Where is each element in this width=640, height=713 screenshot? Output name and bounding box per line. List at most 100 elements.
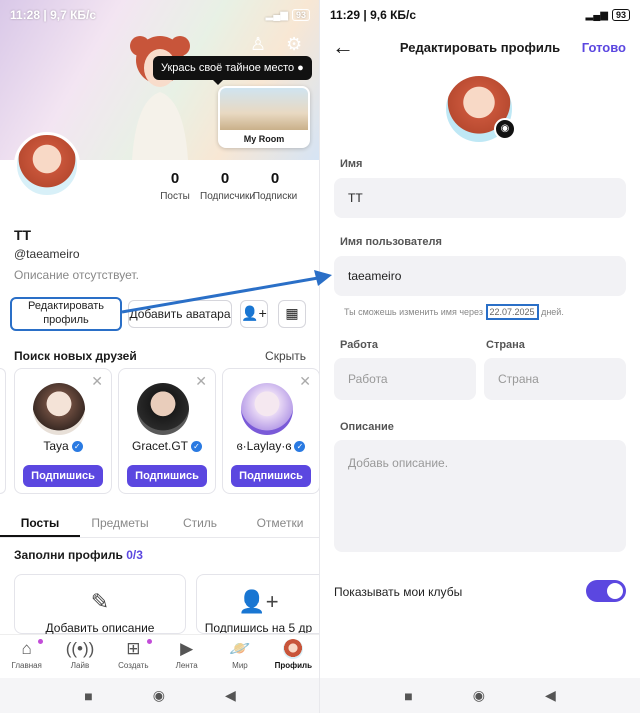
home-button-icon[interactable]: ◉	[473, 687, 485, 704]
settings-gear-icon[interactable]: ⚙	[286, 34, 302, 55]
nav-create[interactable]: ⊞ Создать	[107, 635, 160, 678]
name-label: Имя	[340, 158, 363, 170]
bottom-navigation: ⌂ Главная ((•)) Лайв ⊞ Создать ▶ Лента 🪐 Мир …	[0, 634, 320, 678]
hint-date: 22.07.2025	[485, 304, 539, 320]
friend-name: Gracet.GT	[131, 439, 188, 453]
add-avatar-button[interactable]: Добавить аватара	[128, 300, 232, 328]
follow-five-card[interactable]: 👤+ Подпишись на 5 др	[196, 574, 320, 634]
add-person-icon: 👤+	[238, 589, 279, 614]
country-label: Страна	[486, 339, 525, 351]
profile-handle: @taeameiro	[14, 247, 80, 261]
camera-icon[interactable]: ◉	[494, 118, 516, 140]
profile-description: Описание отсутствует.	[14, 268, 139, 282]
verified-icon: ✓	[71, 441, 83, 453]
tab-items[interactable]: Предметы	[80, 508, 160, 537]
add-description-card[interactable]: ✎ Добавить описание	[14, 574, 186, 635]
nav-feed-label: Лента	[175, 661, 198, 670]
follow-button[interactable]: Подпишись	[231, 465, 311, 487]
back-triangle-icon[interactable]: ◀	[225, 687, 236, 704]
live-icon: ((•))	[65, 639, 95, 658]
home-button-icon[interactable]: ◉	[153, 687, 165, 704]
friend-avatar[interactable]	[241, 383, 293, 435]
recents-icon[interactable]: ■	[84, 688, 92, 704]
nav-profile-label: Профиль	[274, 661, 313, 670]
stat-posts[interactable]: 0 Посты	[150, 170, 200, 202]
close-icon[interactable]: ✕	[299, 373, 311, 390]
profile-avatar-icon	[283, 639, 304, 659]
hint-text: Ты сможешь изменить имя через	[344, 307, 483, 317]
close-icon[interactable]: ✕	[91, 373, 103, 390]
stat-label: Подписки	[252, 191, 298, 202]
hide-suggestions-link[interactable]: Скрыть	[265, 349, 306, 363]
edit-profile-screen: 11:29 | 9,6 КБ/с ▂▄▆ 93 ← Редактировать п…	[320, 0, 640, 713]
system-navigation: ■ ◉ ◀	[320, 678, 640, 713]
username-change-hint: Ты сможешь изменить имя через 22.07.2025…	[344, 304, 564, 320]
nav-world[interactable]: 🪐 Мир	[213, 635, 266, 678]
tab-posts[interactable]: Посты	[0, 508, 80, 537]
stat-label: Посты	[160, 191, 190, 202]
create-icon: ⊞	[126, 639, 141, 658]
nav-live-label: Лайв	[70, 661, 90, 670]
username-label: Имя пользователя	[340, 236, 442, 248]
tooltip-text: Укрась своё тайное место	[161, 62, 295, 74]
friend-avatar[interactable]	[33, 383, 85, 435]
status-speed: 9,6 КБ/с	[370, 8, 417, 22]
friend-avatar[interactable]	[137, 383, 189, 435]
stat-value: 0	[270, 170, 280, 187]
nav-live[interactable]: ((•)) Лайв	[53, 635, 106, 678]
friend-card: ✕ Gracet.GT ✓ Подпишись	[118, 368, 216, 494]
pencil-icon: ✎	[90, 589, 110, 614]
close-icon[interactable]: ✕	[195, 373, 207, 390]
room-thumbnail	[220, 88, 308, 130]
verified-icon: ✓	[191, 441, 202, 453]
friend-card: ✕ Taya ✓ Подпишись	[14, 368, 112, 494]
qr-code-icon[interactable]: ▦	[278, 300, 306, 328]
show-clubs-toggle[interactable]	[586, 580, 626, 602]
nav-feed[interactable]: ▶ Лента	[160, 635, 213, 678]
friend-name: Taya	[43, 439, 69, 453]
friend-name-row: Gracet.GT ✓	[119, 439, 215, 453]
country-field[interactable]: Страна	[484, 358, 626, 400]
profile-stats: 0 Посты 0 Подписчики 0 Подписки	[150, 170, 300, 202]
avatar[interactable]	[14, 132, 80, 198]
work-label: Работа	[340, 339, 379, 351]
edit-header: ← Редактировать профиль Готово	[320, 34, 640, 62]
status-time: 11:28	[10, 8, 41, 22]
profile-tabs: Посты Предметы Стиль Отметки	[0, 508, 320, 538]
nav-profile[interactable]: Профиль	[267, 635, 320, 678]
signal-icon: ▂▄▆	[585, 9, 608, 21]
fill-profile-count: 0/3	[126, 548, 143, 562]
about-label: Описание	[340, 421, 394, 433]
stat-label: Подписчики	[200, 191, 256, 202]
tab-tags[interactable]: Отметки	[240, 508, 320, 537]
find-friends-heading: Поиск новых друзей	[14, 349, 137, 363]
add-friend-icon[interactable]: 👤+	[240, 300, 268, 328]
show-clubs-label: Показывать мои клубы	[334, 585, 463, 599]
status-time: 11:29	[330, 8, 361, 22]
fill-profile-text: Заполни профиль	[14, 548, 123, 562]
edit-profile-button[interactable]: Редактировать профиль	[10, 297, 122, 331]
nav-home[interactable]: ⌂ Главная	[0, 635, 53, 678]
done-button[interactable]: Готово	[582, 40, 626, 55]
stat-following[interactable]: 0 Подписки	[250, 170, 300, 202]
my-room-card[interactable]: My Room	[218, 86, 310, 148]
tab-style[interactable]: Стиль	[160, 508, 240, 537]
about-field[interactable]: Добавь описание.	[334, 440, 626, 552]
back-triangle-icon[interactable]: ◀	[545, 687, 556, 704]
fill-profile-heading: Заполни профиль 0/3	[14, 548, 143, 562]
follow-button[interactable]: Подпишись	[23, 465, 103, 487]
work-field[interactable]: Работа	[334, 358, 476, 400]
name-field[interactable]: TT	[334, 178, 626, 218]
nav-home-label: Главная	[11, 661, 42, 670]
my-room-label: My Room	[243, 134, 285, 144]
username-field[interactable]: taeameiro	[334, 256, 626, 296]
outfit-icon[interactable]: ♙	[250, 34, 266, 55]
recents-icon[interactable]: ■	[404, 688, 412, 704]
room-tooltip[interactable]: Укрась своё тайное место ●	[153, 56, 312, 85]
friend-card-partial	[0, 368, 6, 494]
follow-button[interactable]: Подпишись	[127, 465, 207, 487]
verified-icon: ✓	[294, 441, 306, 453]
friend-name-row: ɞ·Laylay·ɞ ✓	[223, 439, 319, 453]
stat-followers[interactable]: 0 Подписчики	[200, 170, 255, 202]
notification-dot	[38, 639, 43, 644]
